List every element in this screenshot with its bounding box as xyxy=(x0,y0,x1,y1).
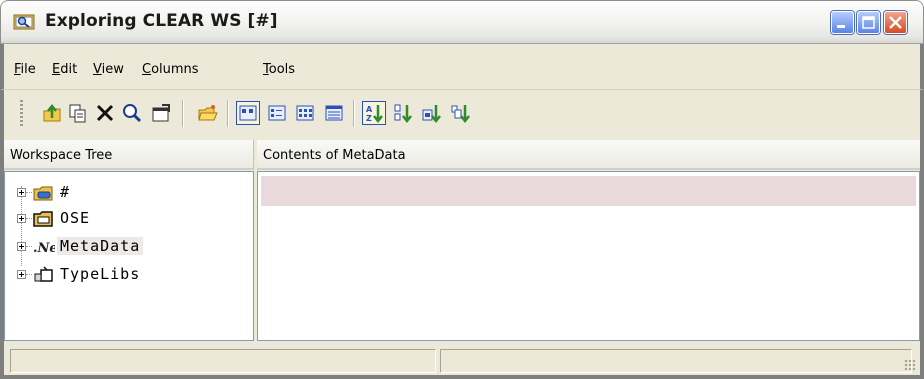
expand-toggle[interactable] xyxy=(17,214,26,223)
toolbar: A Z xyxy=(0,90,924,138)
view-small-icons-icon[interactable] xyxy=(266,102,288,124)
status-panel-left xyxy=(10,349,436,373)
tree-connector xyxy=(26,192,32,193)
close-icon xyxy=(889,16,902,29)
typelibs-icon xyxy=(34,266,53,282)
ose-folder-icon xyxy=(33,211,53,227)
menu-view-rest: iew xyxy=(101,62,124,77)
tree-item-label: OSE xyxy=(60,209,91,227)
expand-toggle[interactable] xyxy=(17,188,26,197)
maximize-button[interactable] xyxy=(857,11,880,34)
menu-columns-rest: olumns xyxy=(151,62,199,77)
menu-edit[interactable]: Edit xyxy=(52,62,77,77)
minimize-button[interactable] xyxy=(831,11,854,34)
toolbar-separator xyxy=(227,100,229,127)
workspace-tree[interactable]: # OSE .Net MetaData xyxy=(4,171,254,341)
tree-item-root[interactable]: # xyxy=(5,180,245,206)
tree-item-label: TypeLibs xyxy=(60,265,141,283)
menu-edit-mnemonic: E xyxy=(52,62,61,77)
explore-magnifier-icon xyxy=(13,14,35,30)
root-folder-icon xyxy=(33,186,53,201)
status-bar xyxy=(0,343,924,379)
view-list-icon[interactable] xyxy=(294,102,316,124)
minimize-icon xyxy=(837,25,845,28)
sort-by-type-icon[interactable] xyxy=(392,102,414,124)
toolbar-separator xyxy=(353,100,355,127)
properties-icon[interactable] xyxy=(150,102,172,124)
menu-tools-rest: ools xyxy=(268,62,296,77)
maximize-icon xyxy=(862,16,875,29)
tree-item-label: MetaData xyxy=(57,237,144,255)
tree-connector xyxy=(26,246,32,247)
menu-columns[interactable]: Columns xyxy=(142,62,199,77)
sort-az-icon[interactable]: A Z xyxy=(362,101,386,125)
contents-list[interactable] xyxy=(257,171,920,341)
open-folder-icon[interactable] xyxy=(197,102,219,124)
copy-icon[interactable] xyxy=(67,102,89,124)
net-metadata-icon: .Net xyxy=(33,241,55,256)
delete-x-icon[interactable] xyxy=(94,102,116,124)
expand-toggle[interactable] xyxy=(17,270,26,279)
tree-item-metadata[interactable]: .Net MetaData xyxy=(5,234,245,260)
content-pane-header: Contents of MetaData xyxy=(257,140,920,170)
sort-by-size-icon[interactable] xyxy=(421,102,443,124)
tree-item-ose[interactable]: OSE xyxy=(5,206,245,232)
status-panel-right xyxy=(440,349,912,373)
window-right-border xyxy=(920,138,924,343)
menu-file-rest: ile xyxy=(20,62,36,77)
pane-headers: Workspace Tree Contents of MetaData xyxy=(4,140,920,170)
menu-file[interactable]: File xyxy=(14,62,36,77)
tree-pane-header: Workspace Tree xyxy=(4,140,254,170)
menu-view-mnemonic: V xyxy=(93,62,102,77)
menu-columns-mnemonic: C xyxy=(142,62,152,77)
tree-connector xyxy=(26,274,32,275)
menu-view[interactable]: View xyxy=(93,62,124,77)
sort-by-date-icon[interactable] xyxy=(450,102,472,124)
view-details-icon[interactable] xyxy=(323,102,345,124)
svg-text:Z: Z xyxy=(366,114,372,123)
svg-text:A: A xyxy=(366,105,373,114)
title-bar[interactable]: Exploring CLEAR WS [#] xyxy=(0,0,924,44)
toolbar-grip[interactable] xyxy=(20,100,23,128)
selected-list-row[interactable] xyxy=(261,176,916,206)
close-button[interactable] xyxy=(884,11,907,34)
tree-connector xyxy=(26,218,32,219)
explorer-window: Exploring CLEAR WS [#] File Edit View Co… xyxy=(0,0,924,379)
view-large-icons-icon[interactable] xyxy=(236,101,260,125)
up-folder-icon[interactable] xyxy=(41,102,63,124)
tree-item-typelibs[interactable]: TypeLibs xyxy=(5,262,245,288)
menu-tools[interactable]: Tools xyxy=(263,62,295,77)
tree-item-label: # xyxy=(60,183,71,201)
resize-grip[interactable] xyxy=(904,359,916,371)
svg-text:.Net: .Net xyxy=(33,241,55,256)
menu-bar: File Edit View Columns Tools xyxy=(0,44,924,90)
toolbar-separator xyxy=(182,100,184,127)
find-icon[interactable] xyxy=(121,102,143,124)
expand-toggle[interactable] xyxy=(17,242,26,251)
window-title: Exploring CLEAR WS [#] xyxy=(45,11,278,31)
menu-edit-rest: dit xyxy=(60,62,78,77)
